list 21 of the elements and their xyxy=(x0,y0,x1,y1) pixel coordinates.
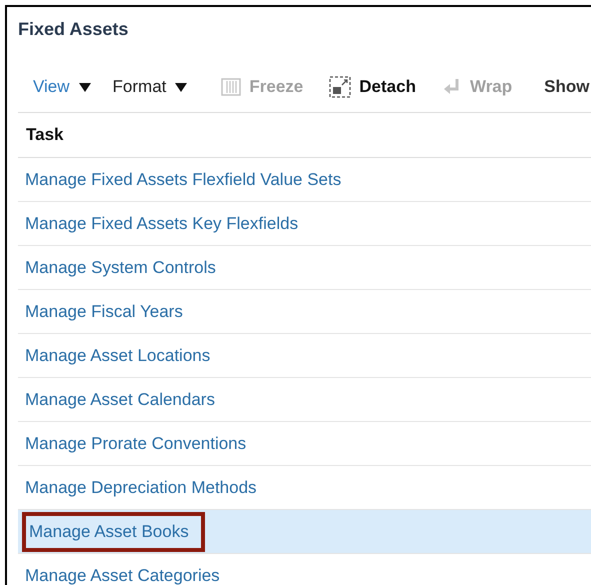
task-link[interactable]: Manage System Controls xyxy=(25,254,216,280)
toolbar-button[interactable]: Show xyxy=(544,74,590,100)
toolbar-button[interactable]: Detach xyxy=(329,74,416,100)
panel-title: Fixed Assets xyxy=(18,18,130,41)
table-row[interactable]: Manage Asset Books xyxy=(18,510,591,554)
menu-button[interactable]: Format xyxy=(112,74,188,100)
task-link[interactable]: Manage Prorate Conventions xyxy=(25,430,246,456)
task-link[interactable]: Manage Asset Calendars xyxy=(25,386,215,412)
task-link[interactable]: Manage Asset Categories xyxy=(25,562,220,585)
task-link[interactable]: Manage Fixed Assets Key Flexfields xyxy=(25,210,298,236)
menu-button[interactable]: View xyxy=(33,74,91,100)
task-link[interactable]: Manage Fixed Assets Flexfield Value Sets xyxy=(25,166,342,192)
caret-icon xyxy=(175,82,188,92)
caret-icon xyxy=(78,82,91,92)
columns-icon xyxy=(221,77,242,97)
column-header: Task xyxy=(26,124,64,146)
task-link[interactable]: Manage Fiscal Years xyxy=(25,298,183,324)
detach-icon xyxy=(329,76,352,98)
task-link[interactable]: Manage Asset Locations xyxy=(25,342,210,368)
task-link[interactable]: Manage Depreciation Methods xyxy=(25,474,257,500)
task-link[interactable]: Manage Asset Books xyxy=(29,518,189,544)
